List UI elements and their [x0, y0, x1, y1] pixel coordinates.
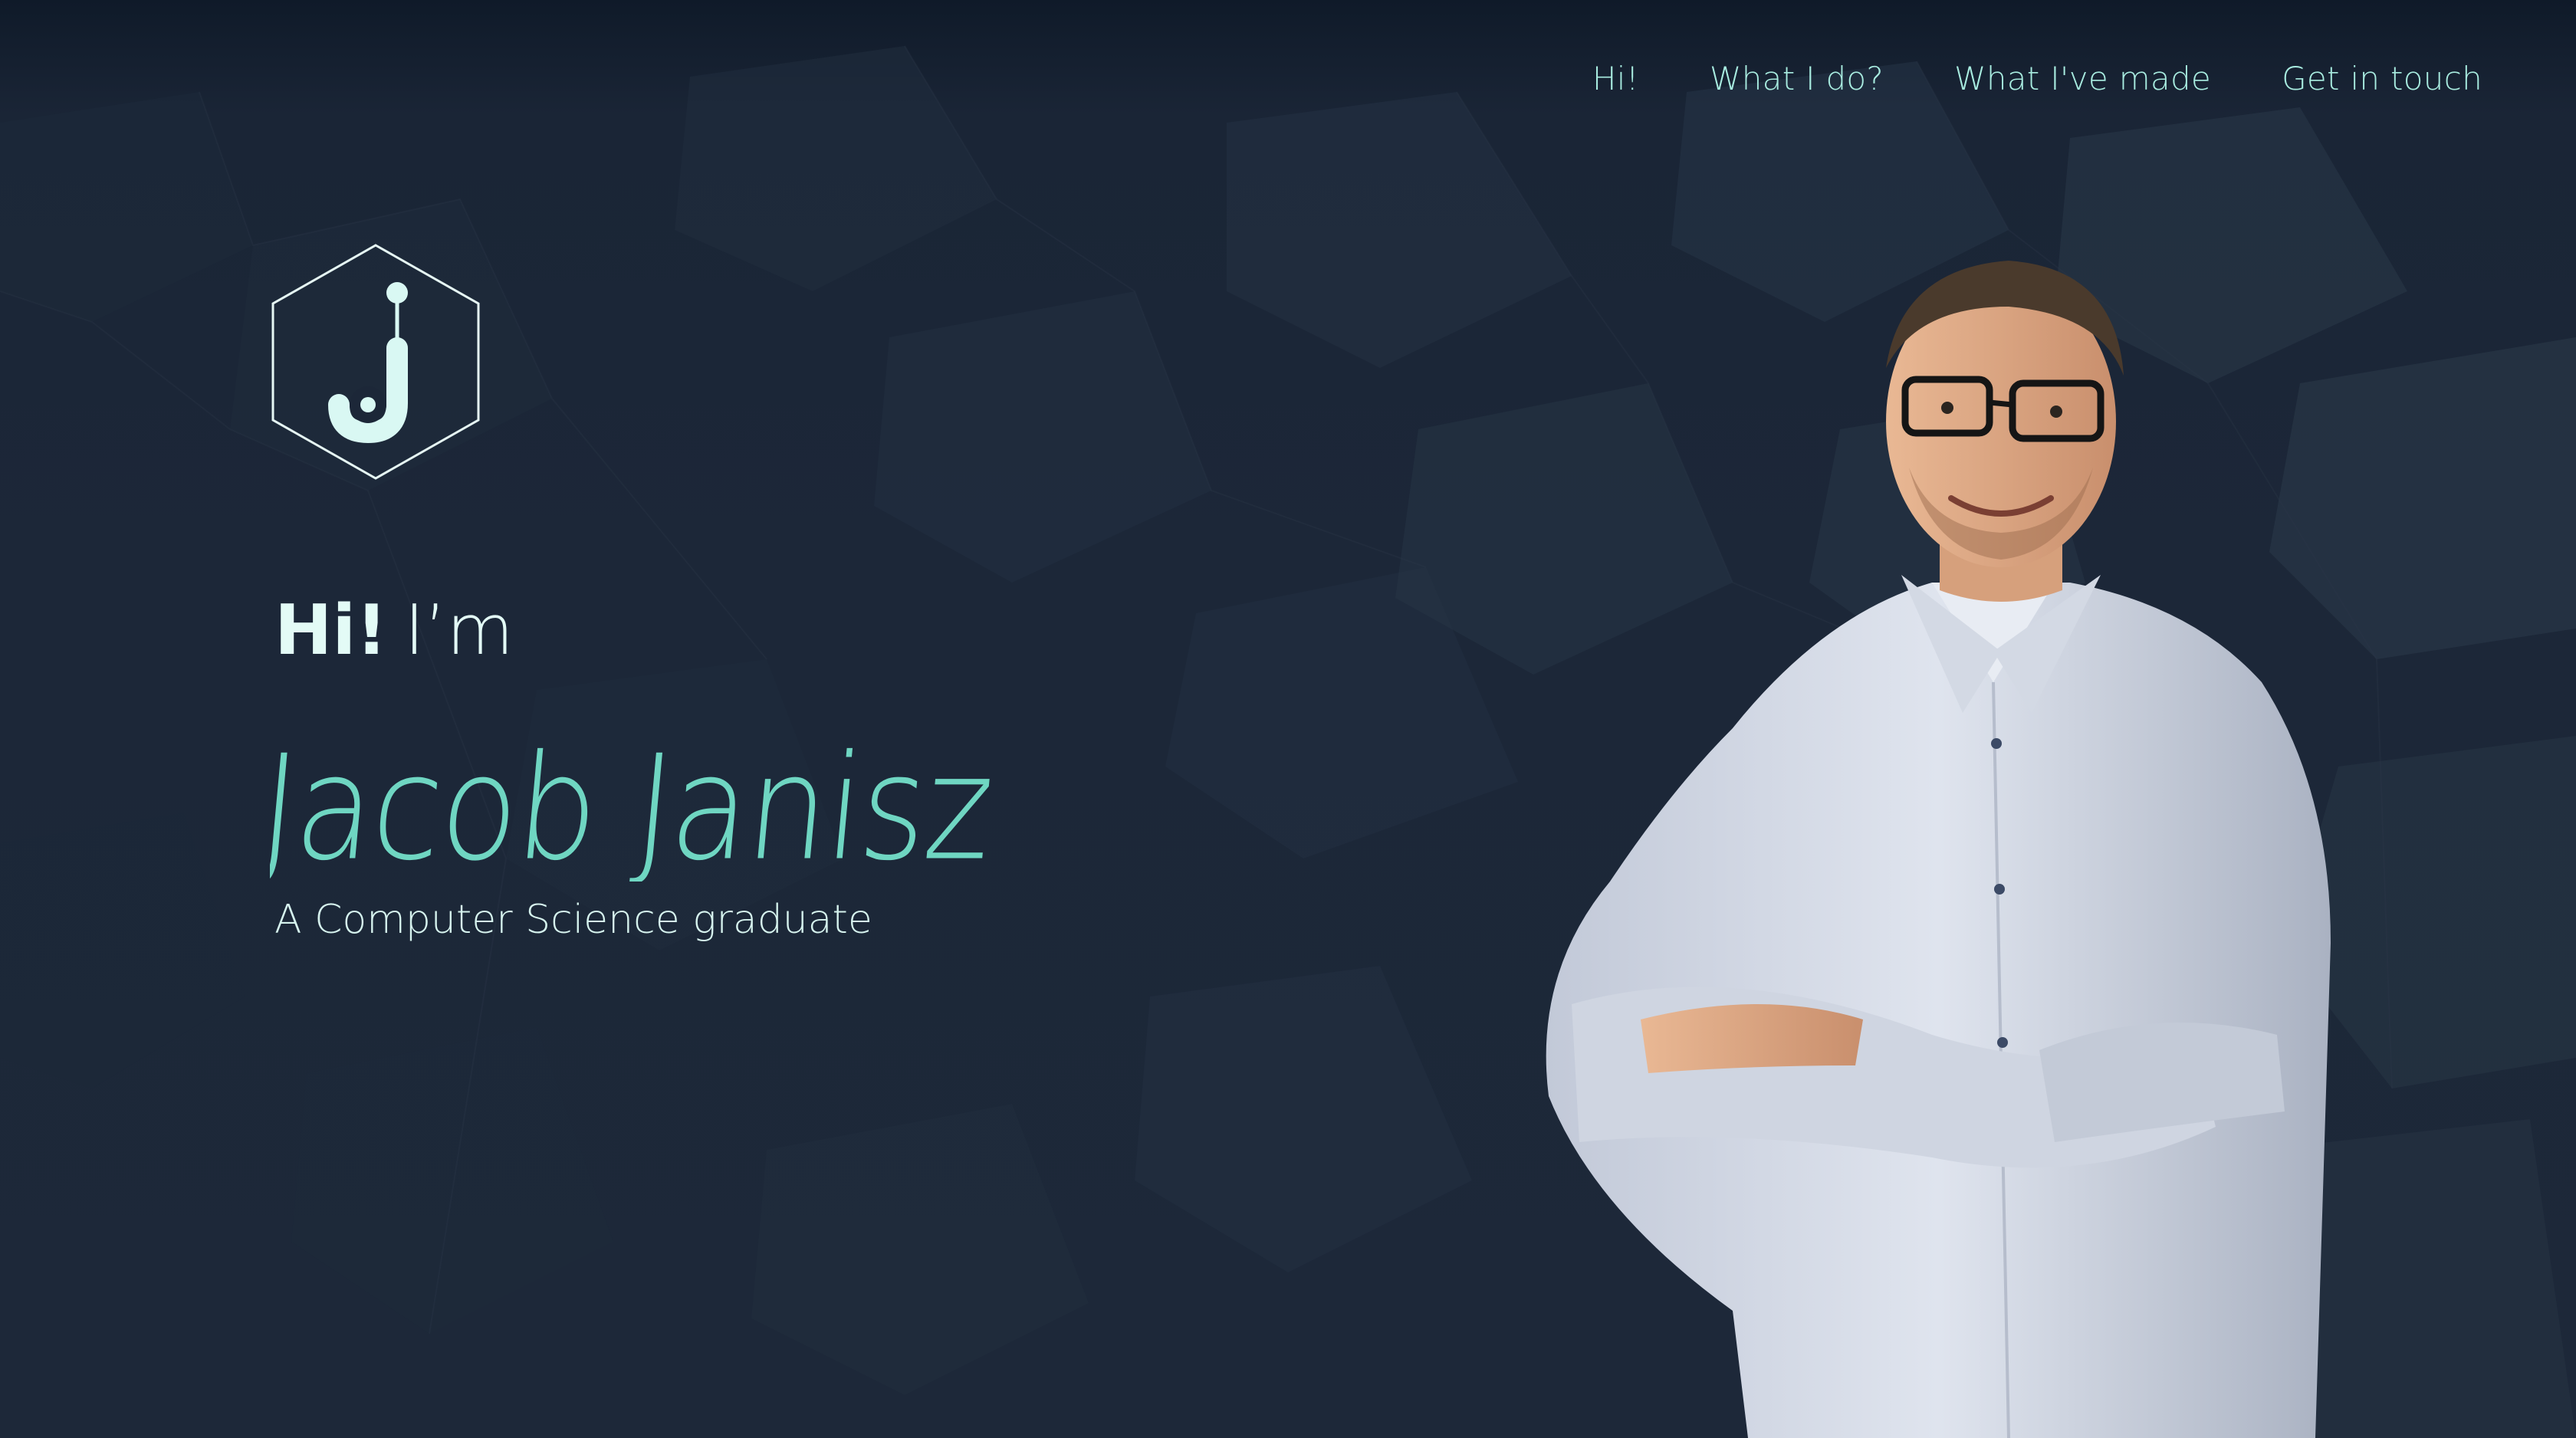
nav-link-hi[interactable]: Hi! [1592, 60, 1639, 97]
hero-section: Hi! What I do? What I've made Get in tou… [0, 0, 2576, 1438]
nav-link-what-ive-made[interactable]: What I've made [1954, 60, 2211, 97]
hexagon-j-logo-icon[interactable] [270, 242, 481, 481]
nav-link-what-i-do[interactable]: What I do? [1710, 60, 1884, 97]
top-navigation: Hi! What I do? What I've made Get in tou… [1592, 60, 2482, 97]
greeting-hi: Hi! [274, 590, 388, 671]
hero-greeting: Hi! I’m [274, 590, 514, 671]
portrait-photo [1546, 261, 2331, 1438]
hero-subtitle: A Computer Science graduate [274, 897, 872, 943]
hero-name-text: Jacob Janisz [270, 724, 998, 882]
nav-link-get-in-touch[interactable]: Get in touch [2282, 60, 2482, 97]
greeting-im: I’m [404, 590, 514, 671]
hero-name: Jacob Janisz [270, 724, 998, 882]
